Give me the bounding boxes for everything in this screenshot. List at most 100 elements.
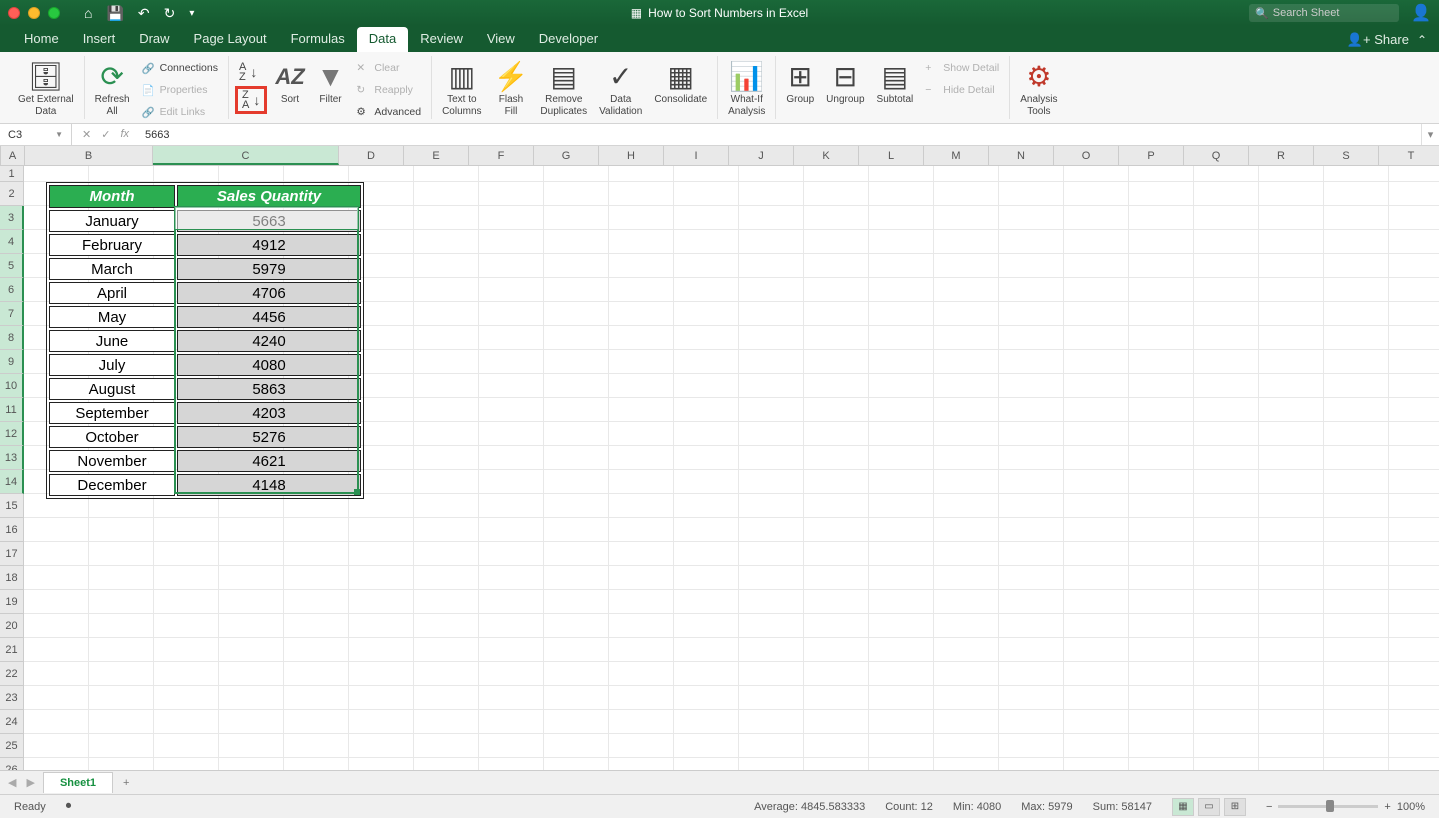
advanced-filter-button[interactable]: ⚙Advanced [352,102,425,122]
column-header-d[interactable]: D [339,146,404,165]
month-cell[interactable]: November [49,450,175,472]
zoom-out-button[interactable]: − [1266,801,1272,813]
search-sheet-input[interactable]: 🔍 Search Sheet [1249,4,1399,22]
month-cell[interactable]: February [49,234,175,256]
row-header-25[interactable]: 25 [0,734,24,758]
value-cell[interactable]: 5663 [177,210,361,232]
get-external-data-button[interactable]: 🗄 Get External Data [14,58,78,120]
refresh-all-button[interactable]: ⟳ Refresh All [91,58,134,120]
row-header-22[interactable]: 22 [0,662,24,686]
tab-home[interactable]: Home [12,27,71,52]
data-validation-button[interactable]: ✓Data Validation [595,58,646,120]
row-header-1[interactable]: 1 [0,166,24,182]
value-cell[interactable]: 4706 [177,282,361,304]
row-header-15[interactable]: 15 [0,494,24,518]
value-cell[interactable]: 4203 [177,402,361,424]
row-header-2[interactable]: 2 [0,182,24,206]
view-normal-button[interactable]: ▦ [1172,798,1194,816]
analysis-tools-button[interactable]: ⚙Analysis Tools [1016,58,1061,120]
redo-icon[interactable]: ↻ [164,5,176,22]
sort-button[interactable]: AZ Sort [271,58,308,108]
value-cell[interactable]: 5979 [177,258,361,280]
column-header-g[interactable]: G [534,146,599,165]
connections-button[interactable]: 🔗Connections [138,58,222,78]
row-header-16[interactable]: 16 [0,518,24,542]
zoom-level[interactable]: 100% [1397,801,1425,813]
month-cell[interactable]: March [49,258,175,280]
column-header-j[interactable]: J [729,146,794,165]
row-header-23[interactable]: 23 [0,686,24,710]
column-header-n[interactable]: N [989,146,1054,165]
value-cell[interactable]: 4240 [177,330,361,352]
ungroup-button[interactable]: ⊟Ungroup [822,58,868,108]
consolidate-button[interactable]: ▦Consolidate [650,58,711,108]
whatif-analysis-button[interactable]: 📊What-If Analysis [724,58,769,120]
view-page-break-button[interactable]: ⊞ [1224,798,1246,816]
row-header-4[interactable]: 4 [0,230,24,254]
view-page-layout-button[interactable]: ▭ [1198,798,1220,816]
value-cell[interactable]: 4621 [177,450,361,472]
row-header-8[interactable]: 8 [0,326,24,350]
value-cell[interactable]: 4148 [177,474,361,496]
table-header-1[interactable]: Sales Quantity [177,185,361,208]
text-to-columns-button[interactable]: ▥Text to Columns [438,58,485,120]
column-header-m[interactable]: M [924,146,989,165]
row-header-24[interactable]: 24 [0,710,24,734]
qat-more-icon[interactable]: ▾ [189,8,194,19]
tab-page-layout[interactable]: Page Layout [182,27,279,52]
minimize-window-button[interactable] [28,7,40,19]
row-header-20[interactable]: 20 [0,614,24,638]
column-header-f[interactable]: F [469,146,534,165]
column-header-t[interactable]: T [1379,146,1439,165]
show-detail-button[interactable]: +Show Detail [921,58,1003,78]
user-icon[interactable]: 👤 [1411,3,1431,23]
column-header-b[interactable]: B [25,146,153,165]
remove-duplicates-button[interactable]: ▤Remove Duplicates [536,58,591,120]
save-icon[interactable]: 💾 [106,5,123,22]
value-cell[interactable]: 5276 [177,426,361,448]
home-icon[interactable]: ⌂ [84,5,92,21]
properties-button[interactable]: 📄Properties [138,80,222,100]
sheet-next-icon[interactable]: ▶ [26,776,34,789]
collapse-ribbon-icon[interactable]: ⌃ [1417,33,1427,47]
expand-formula-bar-icon[interactable]: ▾ [1421,124,1439,145]
fx-icon[interactable]: fx [120,128,129,141]
column-header-e[interactable]: E [404,146,469,165]
sheet-prev-icon[interactable]: ◀ [8,776,16,789]
maximize-window-button[interactable] [48,7,60,19]
name-box-dropdown-icon[interactable]: ▼ [55,130,63,139]
month-cell[interactable]: September [49,402,175,424]
row-header-9[interactable]: 9 [0,350,24,374]
name-box[interactable]: C3 ▼ [0,124,72,145]
row-header-5[interactable]: 5 [0,254,24,278]
filter-button[interactable]: ▼ Filter [313,58,349,108]
confirm-formula-icon[interactable]: ✓ [101,128,110,141]
column-header-r[interactable]: R [1249,146,1314,165]
sort-descending-button[interactable]: ZA↓ [235,86,267,114]
row-header-11[interactable]: 11 [0,398,24,422]
cancel-formula-icon[interactable]: ✕ [82,128,91,141]
value-cell[interactable]: 5863 [177,378,361,400]
tab-developer[interactable]: Developer [527,27,610,52]
row-header-12[interactable]: 12 [0,422,24,446]
reapply-filter-button[interactable]: ↻Reapply [352,80,425,100]
column-header-p[interactable]: P [1119,146,1184,165]
month-cell[interactable]: August [49,378,175,400]
row-header-7[interactable]: 7 [0,302,24,326]
formula-input[interactable]: 5663 [139,129,1421,141]
edit-links-button[interactable]: 🔗Edit Links [138,102,222,122]
column-header-q[interactable]: Q [1184,146,1249,165]
row-header-13[interactable]: 13 [0,446,24,470]
column-header-o[interactable]: O [1054,146,1119,165]
spreadsheet-grid[interactable]: ABCDEFGHIJKLMNOPQRST 1234567891011121314… [0,146,1439,770]
undo-icon[interactable]: ↶ [138,5,150,22]
add-sheet-button[interactable]: + [113,773,139,793]
month-cell[interactable]: December [49,474,175,496]
month-cell[interactable]: June [49,330,175,352]
column-header-a[interactable]: A [1,146,25,165]
cells-area[interactable]: MonthSales QuantityJanuary5663February49… [24,166,1439,770]
clear-filter-button[interactable]: ✕Clear [352,58,425,78]
month-cell[interactable]: May [49,306,175,328]
month-cell[interactable]: January [49,210,175,232]
value-cell[interactable]: 4912 [177,234,361,256]
